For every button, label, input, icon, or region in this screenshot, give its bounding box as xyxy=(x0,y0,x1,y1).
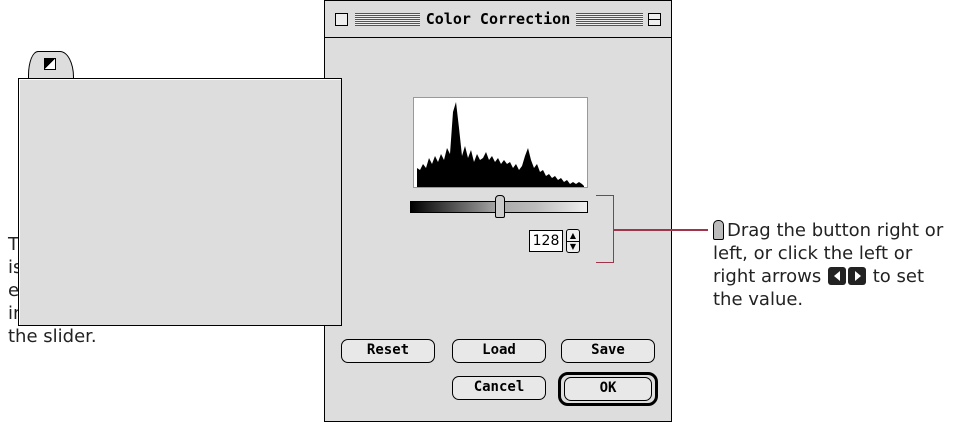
left-arrow-icon xyxy=(827,267,846,285)
load-button[interactable]: Load xyxy=(452,339,546,363)
window-title: Color Correction xyxy=(419,10,577,28)
right-annotation: Drag the button right or left, or click … xyxy=(713,219,958,311)
reset-button[interactable]: Reset xyxy=(341,339,435,363)
slider-thumb[interactable] xyxy=(495,195,505,218)
right-bracket xyxy=(596,195,614,263)
zoom-box-icon[interactable] xyxy=(648,13,661,26)
value-stepper[interactable]: ▲ ▼ xyxy=(566,229,580,253)
value-entry-field[interactable]: 128 xyxy=(529,230,563,252)
contrast-icon xyxy=(44,58,56,70)
histogram-graph xyxy=(417,102,584,187)
histogram-shape xyxy=(417,102,584,187)
slider-thumb-icon xyxy=(713,220,724,240)
right-callout-line xyxy=(614,229,708,231)
tab-panel xyxy=(18,78,342,326)
tab-contrast[interactable] xyxy=(28,51,74,79)
stepper-down-icon[interactable]: ▼ xyxy=(567,241,579,252)
save-button[interactable]: Save xyxy=(561,339,655,363)
cancel-button[interactable]: Cancel xyxy=(452,376,546,400)
ok-button[interactable]: OK xyxy=(564,377,652,401)
title-bar[interactable]: Color Correction xyxy=(325,1,671,38)
histogram-display xyxy=(413,97,588,188)
right-arrow-icon xyxy=(847,267,866,285)
